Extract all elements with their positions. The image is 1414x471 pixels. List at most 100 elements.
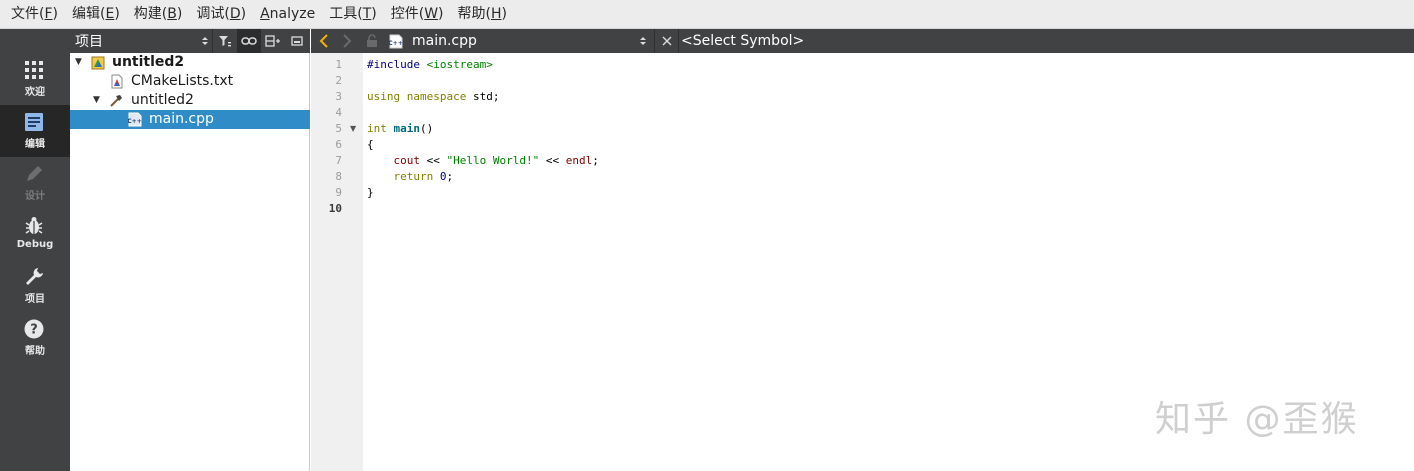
menu-edit-end: )	[114, 5, 120, 22]
menu-edit[interactable]: 编辑(E)	[65, 0, 127, 29]
toolbar-divider	[654, 29, 655, 53]
menu-widgets-end: )	[438, 5, 444, 22]
tree-item-cmakelists[interactable]: CMakeLists.txt	[70, 72, 310, 91]
code-line: cout << "Hello World!" << endl;	[367, 153, 599, 169]
mode-welcome[interactable]: 欢迎	[0, 53, 70, 105]
menu-tools[interactable]: 工具(T)	[322, 0, 384, 29]
code-token: int	[367, 122, 387, 135]
svg-text:?: ?	[30, 323, 38, 338]
tree-item-main-cpp[interactable]: C++ main.cpp	[70, 110, 310, 129]
svg-text:C++: C++	[389, 40, 403, 47]
mode-help-label: 帮助	[25, 346, 45, 357]
menu-build[interactable]: 构建(B)	[127, 0, 190, 29]
menu-bar: 文件(F) 编辑(E) 构建(B) 调试(D) Analyze 工具(T) 控件…	[0, 0, 1414, 29]
menu-tools-end: )	[371, 5, 377, 22]
link-icon[interactable]	[237, 29, 261, 53]
chevron-updown-icon[interactable]	[632, 29, 654, 53]
mode-bar: 欢迎 编辑 设计 Debug 项目 ? 帮助	[0, 29, 70, 471]
tree-item-label: main.cpp	[149, 111, 214, 127]
mode-debug[interactable]: Debug	[0, 209, 70, 261]
code-token: ()	[420, 122, 434, 135]
menu-help-label: 帮助(	[457, 5, 491, 22]
code-line: using namespace std;	[367, 89, 499, 105]
tree-item-label: untitled2	[131, 92, 194, 108]
build-target-icon	[110, 95, 122, 107]
cpp-file-icon: C++	[128, 112, 142, 127]
menu-debug-end: )	[240, 5, 247, 22]
code-line: {	[367, 137, 374, 153]
menu-widgets-label: 控件(	[390, 5, 425, 22]
menu-file-mnemonic: F	[44, 5, 53, 22]
code-token: <<	[420, 154, 447, 167]
mode-edit[interactable]: 编辑	[0, 105, 70, 157]
chevron-updown-icon[interactable]	[198, 29, 212, 53]
menu-debug-label: 调试(	[196, 5, 230, 22]
code-token: using	[367, 90, 401, 103]
line-number: 4	[335, 106, 342, 119]
menu-help[interactable]: 帮助(H)	[451, 0, 514, 29]
line-number: 9	[335, 186, 342, 199]
chevron-down-icon[interactable]: ▼	[75, 53, 85, 72]
code-line: int main()	[367, 121, 433, 137]
filter-icon[interactable]	[213, 29, 237, 53]
symbol-selector[interactable]: <Select Symbol>	[681, 29, 804, 53]
document-icon	[25, 113, 43, 131]
tree-item-project[interactable]: ▼ untitled2	[70, 53, 310, 72]
menu-tools-label: 工具(	[329, 5, 363, 22]
code-token: {	[367, 138, 374, 151]
code-token: 0	[439, 170, 447, 183]
cpp-file-icon: C++	[385, 29, 407, 53]
menu-edit-mnemonic: E	[105, 5, 115, 22]
mode-projects[interactable]: 项目	[0, 260, 70, 312]
menu-tools-mnemonic: T	[362, 5, 372, 22]
project-panel-title[interactable]: 项目	[70, 31, 198, 51]
lock-icon[interactable]	[361, 29, 383, 53]
menu-file[interactable]: 文件(F)	[4, 0, 65, 29]
line-number: 5	[335, 122, 342, 135]
code-line: }	[367, 185, 374, 201]
menu-build-end: )	[176, 5, 183, 22]
toolbar-divider	[678, 29, 679, 53]
code-token: <<	[539, 154, 566, 167]
line-number-gutter: 1 2 3 4 5 ▼ 6 7 8 9 10	[311, 53, 363, 471]
menu-help-end: )	[501, 5, 507, 22]
cmake-file-icon	[111, 74, 123, 89]
menu-analyze[interactable]: Analyze	[253, 0, 322, 29]
code-token: }	[367, 186, 374, 199]
line-number: 1	[335, 58, 342, 71]
mode-projects-label: 项目	[25, 294, 45, 305]
code-token: "Hello World!"	[446, 154, 540, 167]
fold-chevron-icon[interactable]: ▼	[350, 121, 356, 137]
grid-icon	[25, 61, 43, 79]
close-icon[interactable]	[656, 29, 678, 53]
code-token: ;	[446, 170, 454, 183]
code-token: endl	[565, 154, 593, 167]
tree-item-label: untitled2	[112, 54, 185, 70]
tree-item-target[interactable]: ▼ untitled2	[70, 91, 310, 110]
watermark: 知乎 @歪猴	[1155, 399, 1359, 440]
menu-widgets[interactable]: 控件(W)	[384, 0, 451, 29]
split-icon[interactable]	[261, 29, 285, 53]
line-number: 2	[335, 74, 342, 87]
menu-analyze-mnemonic: A	[260, 5, 270, 22]
current-line-number: 10	[328, 202, 342, 215]
bug-icon	[25, 217, 43, 234]
menu-analyze-end: nalyze	[269, 5, 316, 22]
back-icon[interactable]	[313, 29, 335, 53]
project-tree: ▼ untitled2 CMakeLists.txt ▼ untitled2 C…	[70, 53, 310, 471]
help-icon: ?	[24, 319, 44, 339]
menu-debug[interactable]: 调试(D)	[189, 0, 253, 29]
menu-build-mnemonic: B	[167, 5, 177, 22]
tree-item-label: CMakeLists.txt	[131, 73, 234, 89]
forward-icon[interactable]	[336, 29, 358, 53]
code-token: #include	[367, 58, 427, 71]
menu-widgets-mnemonic: W	[424, 5, 439, 22]
collapse-icon[interactable]	[285, 29, 309, 53]
project-icon	[91, 56, 105, 70]
menu-debug-mnemonic: D	[229, 5, 241, 22]
mode-help[interactable]: ? 帮助	[0, 312, 70, 364]
code-token: std;	[472, 90, 500, 103]
mode-design[interactable]: 设计	[0, 157, 70, 209]
open-file-selector[interactable]: main.cpp	[412, 29, 477, 53]
chevron-down-icon[interactable]: ▼	[93, 91, 103, 110]
